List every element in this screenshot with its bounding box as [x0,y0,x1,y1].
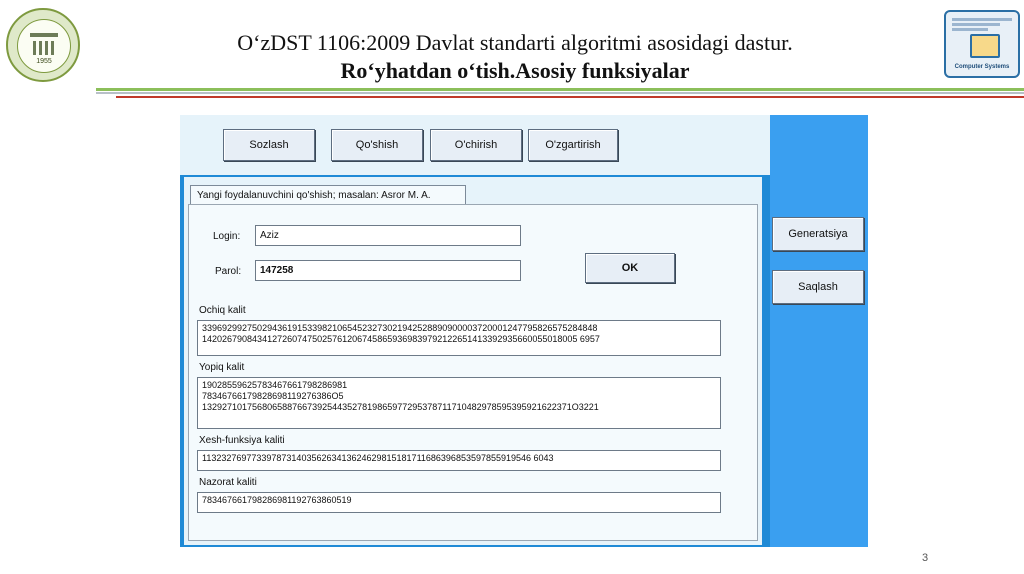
monitor-icon [970,34,1000,58]
side-panel: Generatsiya Saqlash [770,115,868,547]
secret-key-line-3: 1329271017568065887667392544352781986597… [202,402,599,412]
open-key-line-2: 1420267908434127260747502576120674586593… [202,334,600,344]
add-button[interactable]: Qo'shish [331,129,423,161]
slide-title-line2: Ro‘yhatdan o‘tish.Asosiy funksiyalar [340,58,690,83]
secret-key-textarea[interactable]: 19028559625783467661798286981 7834676617… [197,377,721,429]
header-rule-grey [96,92,1024,94]
slide-title-line1: O‘zDST 1106:2009 Davlat standarti algori… [237,30,793,55]
computer-systems-logo: Computer Systems [944,10,1020,78]
university-logo-emblem: 1955 [17,19,71,73]
computer-systems-logo-label: Computer Systems [954,64,1010,70]
login-input[interactable] [255,225,521,246]
open-key-label: Ochiq kalit [199,305,246,316]
control-key-label: Nazorat kaliti [199,477,257,488]
add-user-form: Login: Parol: OK Ochiq kalit 33969299275… [188,204,758,541]
app-window: Sozlash Qo'shish O'chirish O'zgartirish … [180,115,868,547]
tab-add-user[interactable]: Yangi foydalanuvchini qo'shish; masalan:… [190,185,466,205]
login-label: Login: [213,231,241,242]
hash-key-value: 1132327697733978731403562634136246298151… [202,453,554,463]
main-panel: Yangi foydalanuvchini qo'shish; masalan:… [184,177,762,545]
slide-number: 3 [922,552,929,564]
secret-key-line-2: 78346766179828698119276386O5 [202,391,344,401]
hash-key-label: Xesh-funksiya kaliti [199,435,285,446]
secret-key-label: Yopiq kalit [199,362,245,373]
password-label: Parol: [215,266,242,277]
control-key-field[interactable]: 783467661798286981192763860519 [197,492,721,513]
edit-button[interactable]: O'zgartirish [528,129,618,161]
open-key-textarea[interactable]: 3396929927502943619153398210654523273021… [197,320,721,356]
generate-button[interactable]: Generatsiya [772,217,864,251]
columns-icon [30,33,58,55]
save-button[interactable]: Saqlash [772,270,864,304]
logo-fine-print [952,18,1012,31]
hash-key-field[interactable]: 1132327697733978731403562634136246298151… [197,450,721,471]
header-rule-green [96,88,1024,91]
university-logo-year: 1955 [36,58,52,65]
header-rule-red [116,96,1024,98]
toolbar-area: Sozlash Qo'shish O'chirish O'zgartirish [180,115,770,175]
delete-button[interactable]: O'chirish [430,129,522,161]
control-key-value: 783467661798286981192763860519 [202,495,352,505]
open-key-line-1: 3396929927502943619153398210654523273021… [202,323,598,333]
password-input[interactable] [255,260,521,281]
university-logo: 1955 [6,8,80,82]
settings-button[interactable]: Sozlash [223,129,315,161]
ok-button[interactable]: OK [585,253,675,283]
secret-key-line-1: 19028559625783467661798286981 [202,380,348,390]
